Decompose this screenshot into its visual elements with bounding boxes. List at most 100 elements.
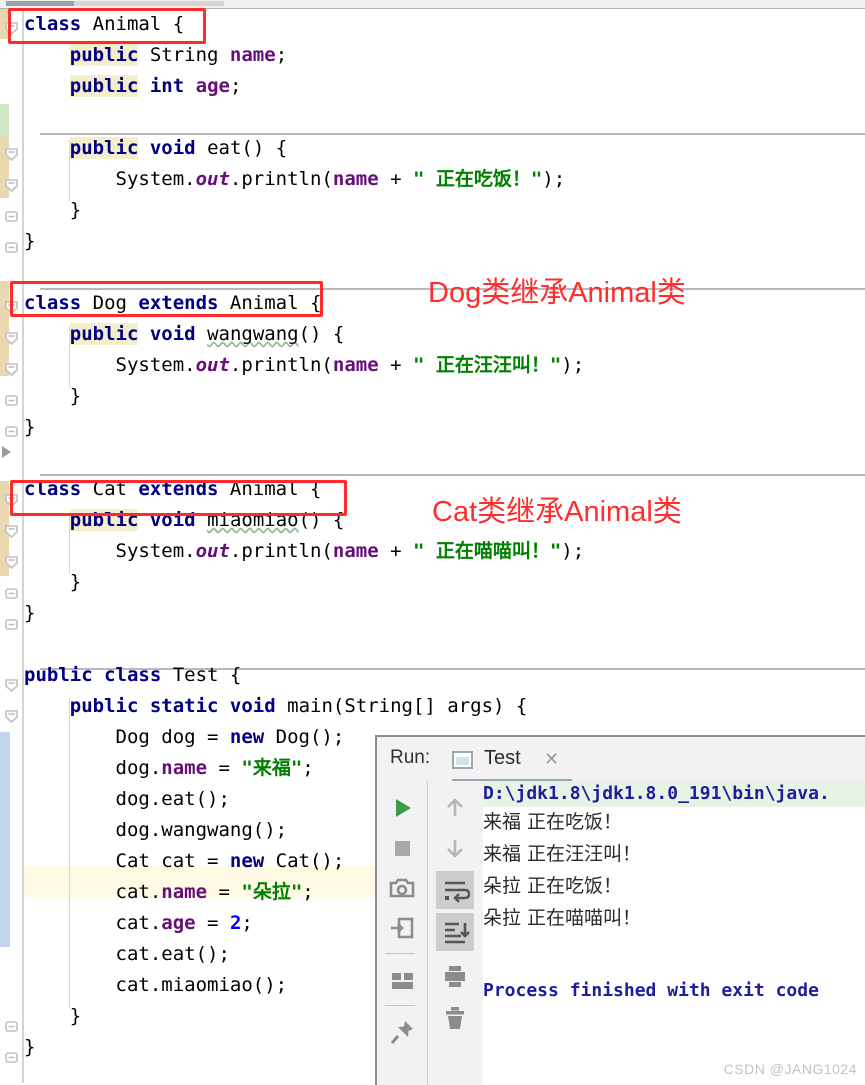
fold-end-marker-icon[interactable] [4, 1019, 19, 1034]
run-config-icon [452, 751, 473, 769]
fold-end-marker-icon[interactable] [4, 240, 19, 255]
fold-end-marker-icon[interactable] [4, 586, 19, 601]
code-token: public [69, 137, 139, 159]
code-token: System. [115, 540, 196, 562]
code-token: cat.miaomiao(); [115, 974, 288, 996]
code-line[interactable] [24, 443, 865, 474]
code-token: name [332, 540, 379, 562]
fold-marker-icon[interactable] [4, 524, 19, 539]
code-line[interactable]: public void wangwang() { [24, 319, 865, 350]
code-token: class [104, 664, 173, 686]
console-output[interactable]: D:\jdk1.8\jdk1.8.0_191\bin\java. 来福 正在吃饭… [483, 781, 865, 1085]
code-token: System. [115, 354, 196, 376]
code-token: = [207, 757, 242, 779]
code-token: cat. [115, 881, 162, 903]
code-token: 2 [229, 912, 242, 934]
fold-marker-icon[interactable] [4, 147, 19, 162]
scroll-to-end-button[interactable] [436, 913, 474, 951]
code-token: + [378, 354, 413, 376]
code-line[interactable]: } [24, 567, 865, 598]
editor-selection-marker [0, 732, 10, 947]
code-token: ); [561, 354, 585, 376]
run-button[interactable] [383, 789, 421, 827]
code-line[interactable] [24, 629, 865, 660]
code-line[interactable]: System.out.println(name + " 正在汪汪叫！"); [24, 350, 865, 381]
code-token: } [69, 199, 82, 221]
code-line[interactable]: System.out.println(name + " 正在喵喵叫！"); [24, 536, 865, 567]
code-token: Dog(); [264, 726, 345, 748]
run-gutter-arrow-icon[interactable] [2, 446, 11, 458]
export-button[interactable] [383, 909, 421, 947]
indent-guide [69, 698, 70, 1008]
soft-wrap-button[interactable] [436, 871, 474, 909]
fold-end-marker-icon[interactable] [4, 1050, 19, 1065]
code-token: age [161, 912, 196, 934]
fold-end-marker-icon[interactable] [4, 209, 19, 224]
code-token: ; [229, 75, 242, 97]
down-arrow-button[interactable] [436, 829, 474, 867]
code-token: main(String[] args) { [275, 695, 528, 717]
watermark: CSDN @JANG1024 [723, 1061, 857, 1077]
fold-end-marker-icon[interactable] [4, 424, 19, 439]
fold-end-marker-icon[interactable] [4, 393, 19, 408]
code-token: Dog dog = [115, 726, 230, 748]
box-animal-class [8, 8, 206, 44]
console-output-line: 来福 正在吃饭！ [483, 811, 623, 833]
run-toolbar-left[interactable] [377, 781, 427, 1085]
code-token: } [24, 1036, 36, 1058]
fold-marker-icon[interactable] [4, 555, 19, 570]
console-exit-line: Process finished with exit code [483, 980, 819, 1001]
code-line[interactable] [24, 102, 865, 133]
close-icon[interactable]: ✕ [544, 749, 559, 770]
code-token: new [229, 726, 265, 748]
run-tab-bar[interactable]: Run: Test ✕ [377, 737, 865, 782]
fold-marker-icon[interactable] [4, 331, 19, 346]
code-line[interactable]: public static void main(String[] args) { [24, 691, 865, 722]
horizontal-scroll-thumb[interactable] [6, 1, 74, 6]
fold-marker-icon[interactable] [4, 178, 19, 193]
code-line[interactable]: } [24, 598, 865, 629]
code-token: } [69, 1005, 82, 1027]
fold-end-marker-icon[interactable] [4, 617, 19, 632]
code-token: } [24, 416, 36, 438]
run-tool-window[interactable]: Run: Test ✕ D:\jdk1.8\jdk1.8.0_191\bin\j… [375, 735, 865, 1085]
code-token: dog.wangwang(); [115, 819, 288, 841]
pin-button[interactable] [383, 1013, 421, 1051]
code-line[interactable]: } [24, 195, 865, 226]
annotation-dog-inherits: Dog类继承Animal类 [428, 277, 686, 309]
code-line[interactable]: } [24, 381, 865, 412]
code-token: public [69, 323, 139, 345]
code-line[interactable]: System.out.println(name + " 正在吃饭！"); [24, 164, 865, 195]
horizontal-scroll-track[interactable] [74, 1, 224, 6]
code-line[interactable]: public void eat() { [24, 133, 865, 164]
code-token: void [229, 695, 276, 717]
code-line[interactable]: } [24, 226, 865, 257]
code-line[interactable]: } [24, 412, 865, 443]
code-token: public [69, 44, 139, 66]
code-token: } [69, 571, 82, 593]
code-token: cat. [115, 912, 162, 934]
print-button[interactable] [436, 957, 474, 995]
code-line[interactable]: public class Test { [24, 660, 865, 691]
code-token: "朵拉" [241, 881, 303, 903]
layout-button[interactable] [383, 961, 421, 999]
clear-all-button[interactable] [436, 999, 474, 1037]
fold-marker-icon[interactable] [4, 362, 19, 377]
console-output-line: 来福 正在汪汪叫！ [483, 843, 642, 865]
stop-button[interactable] [383, 829, 421, 867]
code-token: public [69, 695, 150, 717]
fold-marker-icon[interactable] [4, 709, 19, 724]
fold-marker-icon[interactable] [4, 678, 19, 693]
run-toolbar-right[interactable] [427, 781, 483, 1085]
code-line[interactable]: public String name; [24, 40, 865, 71]
screenshot-button[interactable] [383, 869, 421, 907]
code-token: Test { [172, 664, 242, 686]
up-arrow-button[interactable] [436, 789, 474, 827]
code-line[interactable]: public int age; [24, 71, 865, 102]
code-token: "来福" [241, 757, 303, 779]
